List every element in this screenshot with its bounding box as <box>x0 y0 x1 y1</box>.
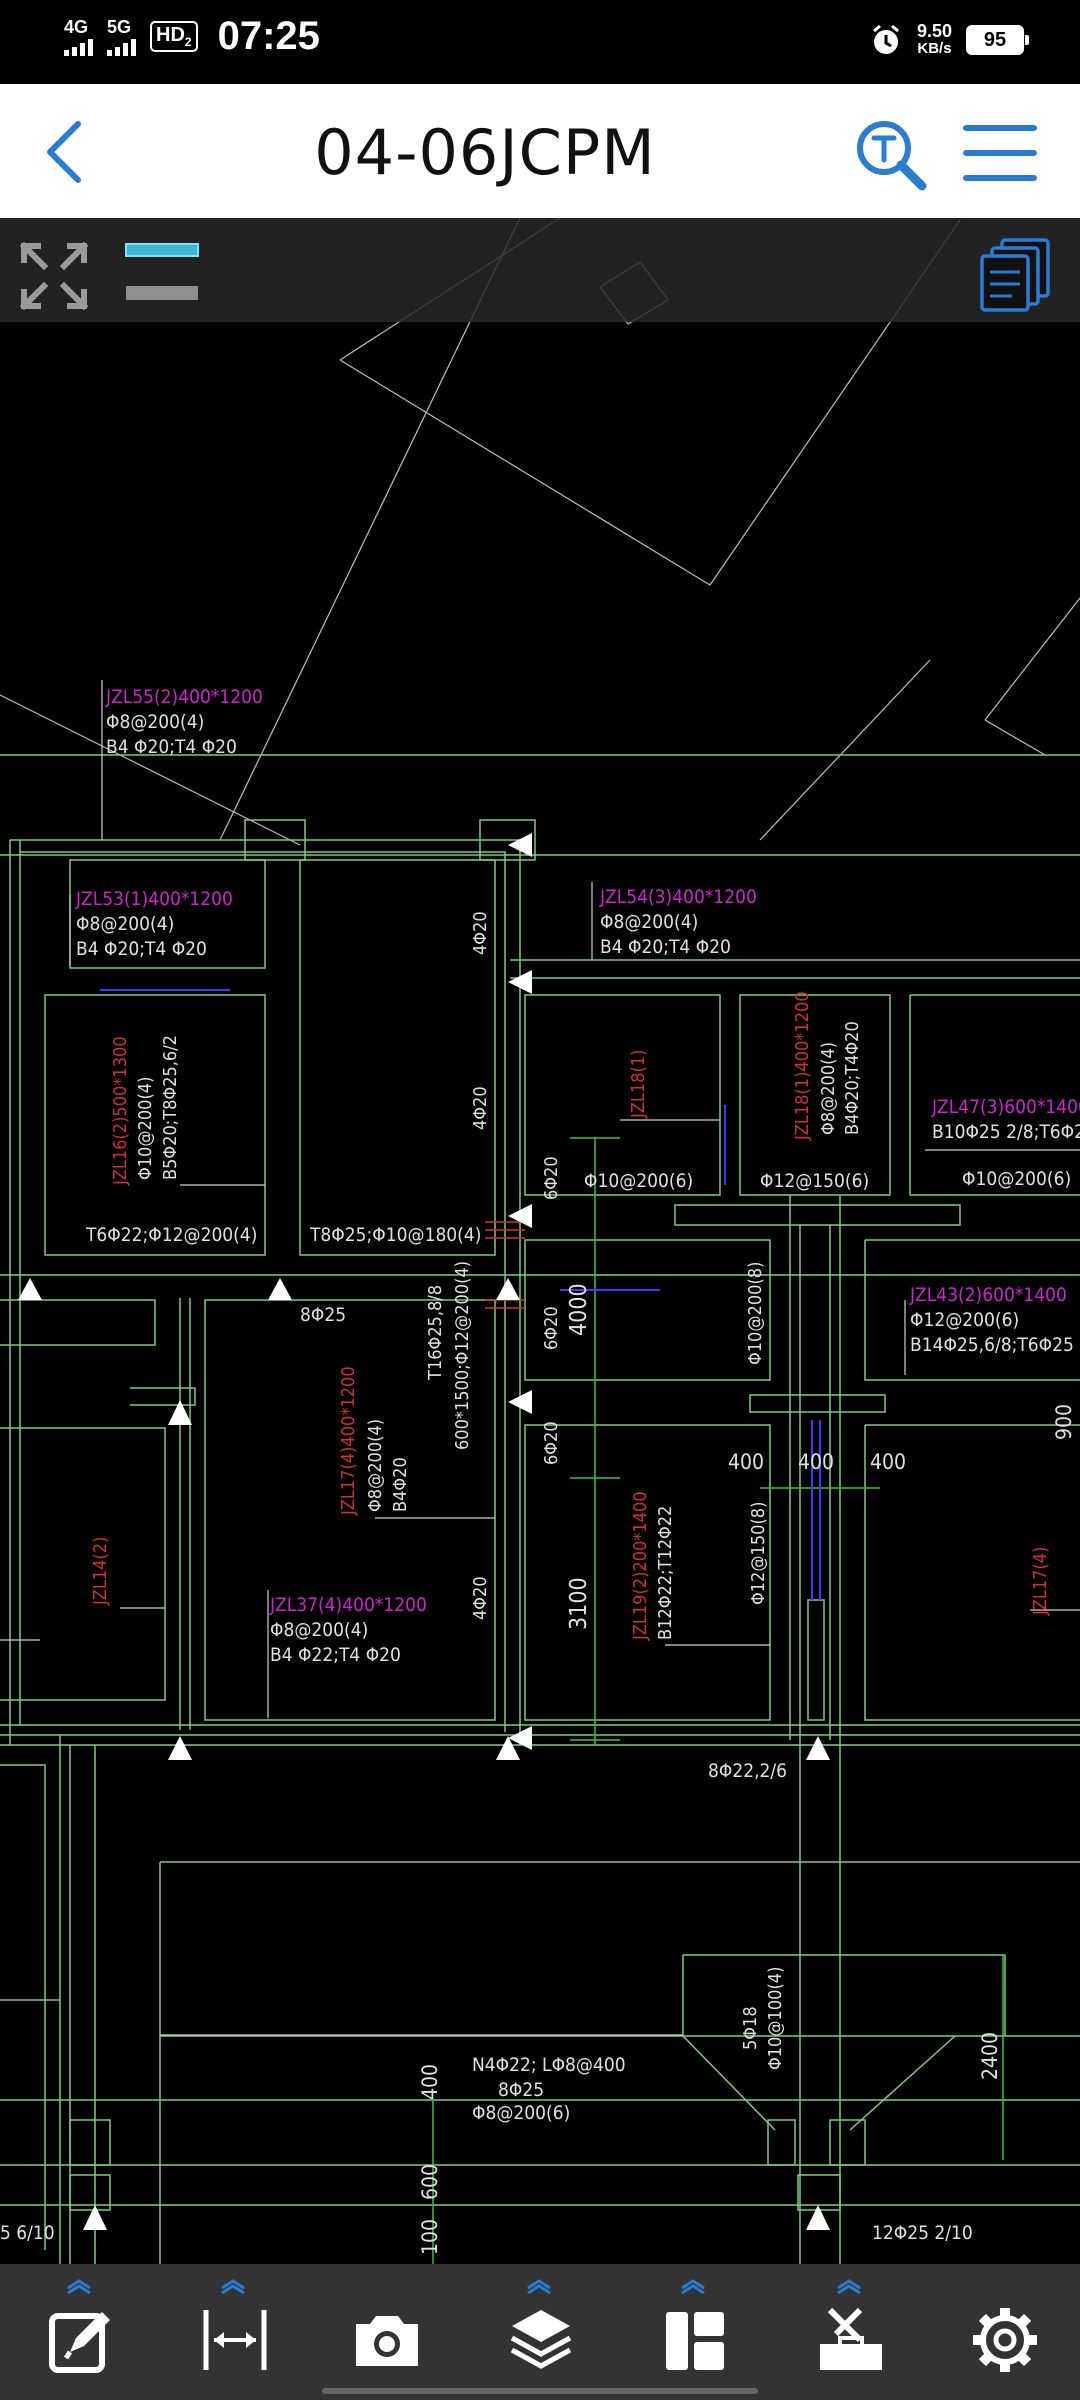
beam-spec: T8Φ25;Φ10@180(4) <box>310 1224 482 1246</box>
chevron-up-icon <box>67 2279 91 2294</box>
dimension-label: 400 <box>418 2063 442 2100</box>
beam-spec: Φ8@200(4) <box>106 711 205 733</box>
beam-spec: Φ10@200(6) <box>584 1170 694 1192</box>
measure-tool-button[interactable] <box>178 2264 288 2400</box>
dimension-label: 4000 <box>566 1283 592 1336</box>
beam-spec: B10Φ25 2/8;T6Φ25 <box>932 1121 1080 1143</box>
dimension-label: 400 <box>728 1450 765 1474</box>
beam-label-jzl55: JZL55(2)400*1200 <box>106 686 263 708</box>
beam-spec: Φ10@200(8) <box>745 1261 766 1365</box>
dimension-label: 2400 <box>978 2031 1002 2080</box>
beam-spec: 6Φ20 <box>541 1156 562 1200</box>
beam-label-jzl16: JZL16(2)500*1300 <box>110 1036 131 1185</box>
beam-label-jzl18b: JZL18(1)400*1200 <box>792 991 813 1140</box>
dimension-label: 400 <box>798 1450 835 1474</box>
beam-spec: N4Φ22; LΦ8@400 <box>472 2054 626 2076</box>
beam-label-jzl17r: JZL17(4) <box>1030 1546 1051 1615</box>
chevron-up-icon <box>988 2278 1018 2294</box>
gear-icon <box>973 2308 1037 2372</box>
beam-spec: 12Φ25 2/10 <box>872 2222 973 2244</box>
chevron-up-icon <box>221 2279 245 2294</box>
beam-spec: Φ10@200(4) <box>135 1076 156 1180</box>
beam-spec: 5 6/10 <box>0 2222 55 2244</box>
beam-spec: Φ10@100(4) <box>765 1966 786 2070</box>
beam-label-jzl37: JZL37(4)400*1200 <box>270 1594 427 1616</box>
layers-icon <box>510 2310 572 2369</box>
beam-spec: 8Φ25 <box>498 2079 545 2101</box>
beam-label-jzl14: JZL14(2) <box>90 1536 111 1605</box>
beam-spec: B4Φ20 <box>390 1457 411 1512</box>
beam-spec: Φ8@200(4) <box>270 1619 369 1641</box>
beam-label-jzl17: JZL17(4)400*1200 <box>338 1366 359 1515</box>
beam-spec: 600*1500;Φ12@200(4) <box>452 1260 473 1450</box>
settings-button[interactable] <box>948 2264 1058 2400</box>
beam-label-jzl54: JZL54(3)400*1200 <box>600 886 757 908</box>
beam-spec: B12Φ22;T12Φ22 <box>655 1505 676 1640</box>
dimension-label: 900 <box>1052 1403 1076 1440</box>
toolbox-icon <box>820 2307 882 2370</box>
beam-spec: Φ8@200(6) <box>472 2102 571 2124</box>
beam-spec: 4Φ20 <box>470 1086 491 1130</box>
dimension-label: 100 <box>418 2218 442 2255</box>
edit-note-icon <box>49 2312 110 2373</box>
camera-icon <box>356 2316 418 2366</box>
beam-spec: B4 Φ20;T4 Φ20 <box>106 736 237 758</box>
chevron-up-icon <box>681 2279 705 2294</box>
beam-spec: Φ8@200(4) <box>818 1041 839 1135</box>
beam-spec: T6Φ22;Φ12@200(4) <box>86 1224 258 1246</box>
layers-tool-button[interactable] <box>484 2264 594 2400</box>
beam-spec: T16Φ25,8/8 <box>425 1284 446 1380</box>
annotate-tool-button[interactable] <box>24 2264 134 2400</box>
home-indicator[interactable] <box>322 2388 758 2394</box>
beam-spec: 6Φ20 <box>541 1306 562 1350</box>
tools-box-button[interactable] <box>794 2264 904 2400</box>
beam-spec: B5Φ20;T8Φ25,6/2 <box>160 1035 181 1180</box>
dimension-label: 3100 <box>566 1577 592 1630</box>
beam-spec: Φ8@200(4) <box>365 1418 386 1512</box>
beam-spec: Φ10@200(6) <box>962 1168 1072 1190</box>
beam-label-jzl18: JZL18(1) <box>628 1049 649 1118</box>
beam-spec: B4Φ20;T4Φ20 <box>842 1021 863 1135</box>
drawing-canvas[interactable]: JZL55(2)400*1200 Φ8@200(4) B4 Φ20;T4 Φ20… <box>0 218 1080 2264</box>
chevron-up-icon <box>527 2279 551 2294</box>
beam-label-jzl47: JZL47(3)600*1400 <box>932 1096 1080 1118</box>
beam-spec: 8Φ25 <box>300 1304 347 1326</box>
beam-spec: B4 Φ22;T4 Φ20 <box>270 1644 401 1666</box>
chevron-up-icon <box>837 2279 861 2294</box>
measure-distance-icon <box>203 2310 267 2370</box>
beam-spec: B4 Φ20;T4 Φ20 <box>76 938 207 960</box>
beam-spec: 8Φ22,2/6 <box>708 1760 788 1782</box>
toggle-view-icon[interactable] <box>124 242 200 306</box>
beam-spec: 4Φ20 <box>470 911 491 955</box>
beam-spec: 5Φ18 <box>740 2006 761 2050</box>
beam-spec: Φ12@150(8) <box>748 1501 769 1605</box>
dimension-label: 600 <box>418 2163 442 2200</box>
beam-spec: Φ8@200(4) <box>76 913 175 935</box>
layout-panels-icon <box>666 2312 724 2370</box>
beam-spec: B14Φ25,6/8;T6Φ25 <box>910 1334 1074 1356</box>
beam-label-jzl53: JZL53(1)400*1200 <box>76 888 233 910</box>
beam-spec: 4Φ20 <box>470 1576 491 1620</box>
beam-spec: B4 Φ20;T4 Φ20 <box>600 936 731 958</box>
dimension-label: 400 <box>870 1450 907 1474</box>
beam-spec: Φ8@200(4) <box>600 911 699 933</box>
fit-to-screen-icon[interactable] <box>16 238 92 314</box>
camera-tool-button[interactable] <box>330 2264 440 2400</box>
beam-spec: Φ12@200(6) <box>910 1309 1020 1331</box>
beam-spec: Φ12@150(6) <box>760 1170 870 1192</box>
beam-spec: 6Φ20 <box>541 1421 562 1465</box>
drawing-list-icon[interactable] <box>978 236 1052 312</box>
beam-label-jzl43: JZL43(2)600*1400 <box>910 1284 1067 1306</box>
drawing-labels: JZL55(2)400*1200 Φ8@200(4) B4 Φ20;T4 Φ20… <box>0 0 1080 2400</box>
layout-tool-button[interactable] <box>638 2264 748 2400</box>
beam-label-jzl19: JZL19(2)200*1400 <box>630 1491 651 1640</box>
